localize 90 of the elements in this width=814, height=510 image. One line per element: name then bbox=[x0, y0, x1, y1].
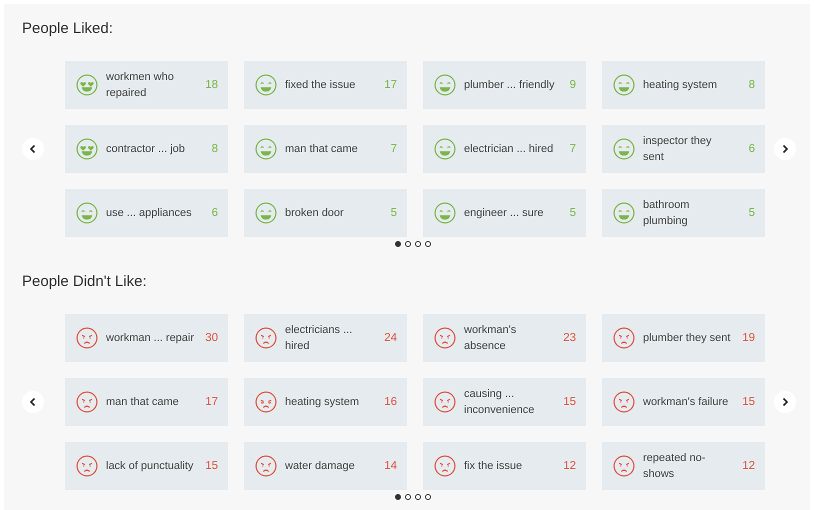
topic-label: workman's failure bbox=[643, 395, 730, 410]
mention-count: 17 bbox=[205, 396, 218, 408]
topic-label: broken door bbox=[285, 206, 345, 221]
mention-count: 8 bbox=[748, 79, 755, 91]
angry-face-icon bbox=[434, 391, 456, 413]
mention-count: 5 bbox=[570, 207, 576, 219]
heart-eyes-face-icon bbox=[76, 138, 98, 160]
angry-face-icon bbox=[434, 327, 456, 349]
mention-count: 6 bbox=[748, 143, 755, 155]
topic-label: repeated no-shows bbox=[643, 451, 706, 482]
section-title: People Didn't Like: bbox=[22, 273, 148, 290]
previous-button[interactable] bbox=[22, 138, 44, 160]
topic-label: man that came bbox=[285, 142, 359, 157]
topic-label: inspector they sent bbox=[643, 134, 712, 165]
chevron-left-icon bbox=[29, 144, 37, 154]
chevron-right-icon bbox=[781, 144, 789, 154]
next-button[interactable] bbox=[774, 138, 796, 160]
topic-label: water damage bbox=[285, 459, 356, 474]
topic-label: workman's absence bbox=[464, 323, 518, 354]
mention-count: 16 bbox=[384, 396, 397, 408]
angry-face-icon bbox=[255, 455, 277, 477]
sad-face-icon bbox=[255, 391, 277, 413]
mention-count: 9 bbox=[570, 79, 576, 91]
grinning-face-icon bbox=[255, 74, 277, 96]
angry-face-icon bbox=[613, 391, 635, 413]
grinning-face-icon bbox=[255, 202, 277, 224]
angry-face-icon bbox=[76, 391, 98, 413]
pager-dot[interactable] bbox=[395, 494, 401, 500]
grinning-face-icon bbox=[434, 74, 456, 96]
chevron-left-icon bbox=[29, 397, 37, 407]
grinning-face-icon bbox=[613, 138, 635, 160]
mention-count: 30 bbox=[205, 332, 218, 344]
topic-label: plumber ... friendly bbox=[464, 78, 556, 93]
mention-count: 12 bbox=[563, 460, 576, 472]
topic-label: fix the issue bbox=[464, 459, 524, 474]
topic-label: electricians ... hired bbox=[285, 323, 354, 354]
topic-label: lack of punctuality bbox=[106, 459, 194, 474]
topic-label: heating system bbox=[643, 78, 718, 93]
grinning-face-icon bbox=[613, 202, 635, 224]
pager-dot[interactable] bbox=[415, 241, 421, 247]
mention-count: 5 bbox=[748, 207, 755, 219]
mention-count: 7 bbox=[570, 143, 576, 155]
pager-dot[interactable] bbox=[405, 241, 411, 247]
topic-label: use ... appliances bbox=[106, 206, 193, 221]
angry-face-icon bbox=[76, 327, 98, 349]
pager-dot[interactable] bbox=[405, 494, 411, 500]
topic-label: causing ... inconvenience bbox=[464, 387, 536, 418]
topic-label: engineer ... sure bbox=[464, 206, 544, 221]
topic-label: fixed the issue bbox=[285, 78, 356, 93]
heart-eyes-face-icon bbox=[76, 74, 98, 96]
mention-count: 15 bbox=[563, 396, 576, 408]
topic-label: electrician ... hired bbox=[464, 142, 554, 157]
topic-label: workman ... repair bbox=[106, 331, 196, 346]
grinning-face-icon bbox=[76, 202, 98, 224]
grinning-face-icon bbox=[434, 202, 456, 224]
topic-label: workmen who repaired bbox=[106, 70, 175, 101]
mention-count: 18 bbox=[205, 79, 218, 91]
mention-count: 5 bbox=[390, 207, 397, 219]
mention-count: 19 bbox=[742, 332, 755, 344]
pager-dot[interactable] bbox=[415, 494, 421, 500]
grinning-face-icon bbox=[613, 74, 635, 96]
topic-label: heating system bbox=[285, 395, 360, 410]
pager-dot[interactable] bbox=[425, 241, 431, 247]
mention-count: 17 bbox=[384, 79, 397, 91]
angry-face-icon bbox=[255, 327, 277, 349]
mention-count: 8 bbox=[212, 143, 218, 155]
chevron-right-icon bbox=[781, 397, 789, 407]
mention-count: 12 bbox=[742, 460, 755, 472]
mention-count: 7 bbox=[390, 143, 397, 155]
pager-dot[interactable] bbox=[425, 494, 431, 500]
next-button[interactable] bbox=[774, 391, 796, 413]
mention-count: 23 bbox=[563, 332, 576, 344]
topic-label: man that came bbox=[106, 395, 180, 410]
mention-count: 15 bbox=[205, 460, 218, 472]
topic-label: bathroom plumbing bbox=[643, 198, 690, 229]
mention-count: 6 bbox=[212, 207, 218, 219]
angry-face-icon bbox=[76, 455, 98, 477]
pager-dot[interactable] bbox=[395, 241, 401, 247]
mention-count: 14 bbox=[384, 460, 397, 472]
section-title: People Liked: bbox=[22, 20, 114, 37]
topic-label: plumber they sent bbox=[643, 331, 732, 346]
topic-label: contractor ... job bbox=[106, 142, 186, 157]
grinning-face-icon bbox=[434, 138, 456, 160]
angry-face-icon bbox=[613, 455, 635, 477]
angry-face-icon bbox=[613, 327, 635, 349]
mention-count: 24 bbox=[384, 332, 397, 344]
mention-count: 15 bbox=[742, 396, 755, 408]
previous-button[interactable] bbox=[22, 391, 44, 413]
grinning-face-icon bbox=[255, 138, 277, 160]
angry-face-icon bbox=[434, 455, 456, 477]
